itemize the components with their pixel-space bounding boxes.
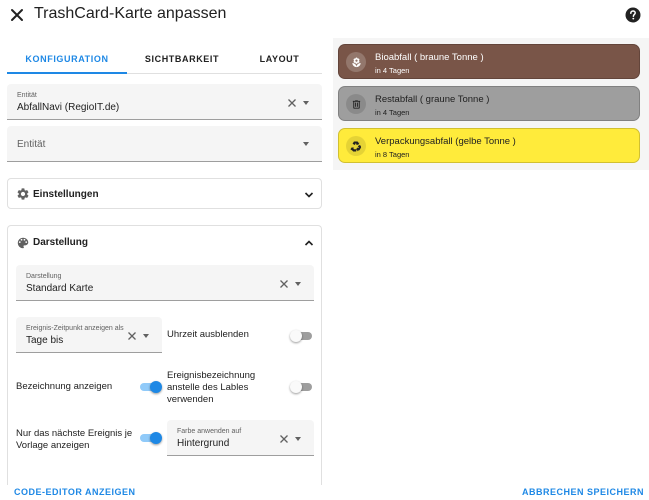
trash-card-name: Verpackungsabfall (gelbe Tonne ) (375, 136, 516, 147)
layout-select[interactable]: Darstellung Standard Karte (16, 265, 314, 301)
hide-time-toggle[interactable] (290, 330, 314, 342)
trash-card-days: in 8 Tagen (375, 150, 410, 159)
trash-card-days: in 4 Tagen (375, 108, 410, 117)
color-mode-label: Farbe anwenden auf (177, 428, 242, 435)
chevron-down-icon[interactable] (295, 282, 301, 286)
tab-konfiguration[interactable]: KONFIGURATION (7, 44, 127, 74)
cancel-button[interactable]: ABBRECHEN (522, 487, 584, 497)
entity-label: Entität (17, 92, 37, 99)
show-label-label: Bezeichnung anzeigen (16, 381, 113, 392)
event-name-toggle[interactable] (290, 381, 314, 393)
next-only-label-line1: Nur das nächste Ereignis je (16, 428, 133, 439)
entity-placeholder: Entität (17, 139, 46, 150)
help-icon[interactable] (625, 7, 641, 23)
recycle-icon-svg (350, 141, 362, 152)
next-only-toggle[interactable] (138, 432, 162, 444)
save-button[interactable]: SPEICHERN (587, 487, 644, 497)
event-time-select[interactable]: Ereignis-Zeitpunkt anzeigen als Tage bis (16, 317, 162, 353)
color-mode-select[interactable]: Farbe anwenden auf Hintergrund (167, 420, 314, 456)
clear-icon[interactable] (279, 279, 289, 289)
next-only-label-line2: Vorlage anzeigen (16, 440, 90, 451)
settings-panel[interactable]: Einstellungen (7, 178, 322, 209)
flower-icon-svg (351, 56, 361, 67)
trash-card-name: Bioabfall ( braune Tonne ) (375, 52, 484, 63)
trash-can-icon (346, 94, 366, 114)
card-preview: Bioabfall ( braune Tonne ) in 4 Tagen Re… (333, 38, 649, 170)
trash-card-rest[interactable]: Restabfall ( graune Tonne ) in 4 Tagen (338, 86, 640, 121)
clear-icon[interactable] (279, 434, 289, 444)
trash-card-bio[interactable]: Bioabfall ( braune Tonne ) in 4 Tagen (338, 44, 640, 79)
toggle-thumb (150, 432, 162, 444)
chevron-down-icon[interactable] (303, 189, 315, 201)
event-time-value: Tage bis (26, 335, 64, 346)
flower-icon (346, 52, 366, 72)
trash-card-packaging[interactable]: Verpackungsabfall (gelbe Tonne ) in 8 Ta… (338, 128, 640, 163)
event-name-label: Ereignisbezeichnung anstelle des Lables … (167, 370, 287, 406)
toggle-thumb (290, 381, 302, 393)
event-time-label: Ereignis-Zeitpunkt anzeigen als (26, 325, 124, 332)
appearance-title: Darstellung (33, 237, 89, 248)
tab-sichtbarkeit[interactable]: SICHTBARKEIT (127, 44, 237, 74)
entity-value: AbfallNavi (RegioIT.de) (17, 102, 120, 113)
next-only-label: Nur das nächste Ereignis je Vorlage anze… (16, 428, 141, 452)
chevron-down-icon[interactable] (303, 142, 309, 146)
close-icon[interactable] (8, 6, 26, 24)
trash-card-days: in 4 Tagen (375, 66, 410, 75)
chevron-down-icon[interactable] (295, 437, 301, 441)
trash-card-name: Restabfall ( graune Tonne ) (375, 94, 490, 105)
settings-title: Einstellungen (33, 189, 99, 200)
tab-layout[interactable]: LAYOUT (237, 44, 322, 74)
trash-can-icon-svg (352, 99, 360, 109)
dialog-title: TrashCard-Karte anpassen (34, 5, 227, 22)
dialog-header: TrashCard-Karte anpassen (0, 0, 649, 32)
clear-icon[interactable] (287, 98, 297, 108)
toggle-thumb (150, 381, 162, 393)
chevron-down-icon[interactable] (143, 334, 149, 338)
palette-icon (17, 237, 29, 249)
toggle-thumb (290, 330, 302, 342)
editor-tabs: KONFIGURATION SICHTBARKEIT LAYOUT (7, 44, 322, 74)
entity-select-empty[interactable]: Entität (7, 126, 322, 162)
active-tab-indicator (7, 72, 127, 74)
color-mode-value: Hintergrund (177, 438, 230, 449)
code-editor-button[interactable]: CODE-EDITOR ANZEIGEN (14, 487, 136, 497)
event-name-label-line3: verwenden (167, 394, 214, 405)
entity-select[interactable]: Entität AbfallNavi (RegioIT.de) (7, 84, 322, 120)
layout-label: Darstellung (26, 273, 62, 280)
recycle-icon (346, 136, 366, 156)
event-name-label-line1: Ereignisbezeichnung (167, 370, 256, 381)
chevron-down-icon[interactable] (303, 101, 309, 105)
layout-value: Standard Karte (26, 283, 94, 294)
chevron-up-icon[interactable] (303, 237, 315, 249)
event-name-label-line2: anstelle des Lables (167, 382, 249, 393)
clear-icon[interactable] (127, 331, 137, 341)
show-label-toggle[interactable] (138, 381, 162, 393)
hide-time-label: Uhrzeit ausblenden (167, 329, 249, 340)
gear-icon (17, 188, 29, 200)
